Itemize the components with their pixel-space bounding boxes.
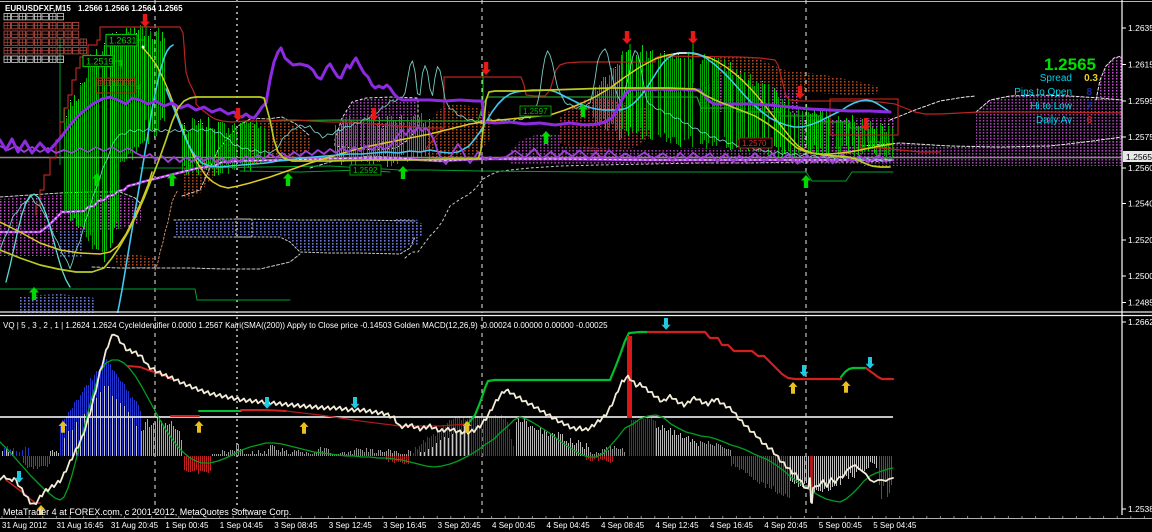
svg-text:EURUSDFXF,M15: EURUSDFXF,M15 bbox=[5, 4, 71, 13]
svg-text:4 Sep 20:45: 4 Sep 20:45 bbox=[764, 521, 808, 530]
svg-text:Hi to Low: Hi to Low bbox=[1030, 101, 1072, 112]
svg-text:7: 7 bbox=[1086, 101, 1092, 112]
svg-text:1 Sep 00:45: 1 Sep 00:45 bbox=[165, 521, 209, 530]
svg-text:3 Sep 12:45: 3 Sep 12:45 bbox=[329, 521, 373, 530]
svg-text:5 Sep 04:45: 5 Sep 04:45 bbox=[873, 521, 917, 530]
svg-text:Spread: Spread bbox=[1040, 73, 1072, 84]
svg-text:31 Aug 20:45: 31 Aug 20:45 bbox=[111, 521, 159, 530]
svg-text:1.2595: 1.2595 bbox=[1128, 96, 1152, 106]
svg-text:Pips to Open: Pips to Open bbox=[1014, 87, 1072, 98]
svg-text:1.2597: 1.2597 bbox=[523, 107, 548, 116]
svg-text:1 Sep 04:45: 1 Sep 04:45 bbox=[220, 521, 264, 530]
svg-text:1.2519: 1.2519 bbox=[86, 57, 114, 67]
svg-text:4 Sep 04:45: 4 Sep 04:45 bbox=[547, 521, 591, 530]
svg-text:1.2485: 1.2485 bbox=[1128, 298, 1152, 308]
svg-text:31 Aug 16:45: 31 Aug 16:45 bbox=[56, 521, 104, 530]
svg-text:1.2635: 1.2635 bbox=[1128, 23, 1152, 33]
svg-text:8: 8 bbox=[1086, 87, 1092, 98]
svg-text:1.2520: 1.2520 bbox=[1128, 235, 1152, 245]
svg-text:Daily Av: Daily Av bbox=[1036, 115, 1072, 126]
svg-text:5 Sep 00:45: 5 Sep 00:45 bbox=[819, 521, 863, 530]
svg-text:1.2615: 1.2615 bbox=[1128, 60, 1152, 70]
svg-text:1.2540: 1.2540 bbox=[1128, 199, 1152, 209]
svg-text:4: 4 bbox=[136, 83, 141, 92]
svg-text:0.3: 0.3 bbox=[1084, 73, 1098, 84]
svg-text:1.2592: 1.2592 bbox=[353, 166, 378, 175]
svg-text:1.2570: 1.2570 bbox=[742, 139, 767, 148]
svg-text:31 Aug 2012: 31 Aug 2012 bbox=[2, 521, 47, 530]
svg-text:1.2662: 1.2662 bbox=[1128, 317, 1152, 327]
svg-text:1.2538: 1.2538 bbox=[1128, 504, 1152, 514]
svg-text:6: 6 bbox=[1086, 115, 1092, 126]
svg-text:1.2565: 1.2565 bbox=[1126, 152, 1152, 162]
svg-text:4 Sep 00:45: 4 Sep 00:45 bbox=[492, 521, 536, 530]
svg-text:4 Sep 12:45: 4 Sep 12:45 bbox=[655, 521, 699, 530]
svg-text:4 Sep 08:45: 4 Sep 08:45 bbox=[601, 521, 645, 530]
svg-text:3 Sep 20:45: 3 Sep 20:45 bbox=[438, 521, 482, 530]
svg-text:MetaTrader 4 at FOREX.com, c 2: MetaTrader 4 at FOREX.com, c 2001-2012, … bbox=[3, 507, 291, 517]
svg-text:3 Sep 16:45: 3 Sep 16:45 bbox=[383, 521, 427, 530]
svg-text:3 Sep 08:45: 3 Sep 08:45 bbox=[274, 521, 318, 530]
svg-text:1.2500: 1.2500 bbox=[1128, 271, 1152, 281]
svg-text:VQ | 5 , 3 , 2 , 1 | 1.262: VQ | 5 , 3 , 2 , 1 | 1.2624 1.2624 Cycle… bbox=[3, 321, 608, 330]
svg-text:4 Sep 16:45: 4 Sep 16:45 bbox=[710, 521, 754, 530]
svg-text:1.2631: 1.2631 bbox=[109, 36, 137, 46]
svg-text:1.2575: 1.2575 bbox=[1128, 132, 1152, 142]
svg-text:1.2565: 1.2565 bbox=[1044, 55, 1096, 74]
svg-text:1.2560: 1.2560 bbox=[1128, 163, 1152, 173]
svg-text:1.2566 1.2566 1.2564 1.2565: 1.2566 1.2566 1.2564 1.2565 bbox=[78, 4, 183, 13]
